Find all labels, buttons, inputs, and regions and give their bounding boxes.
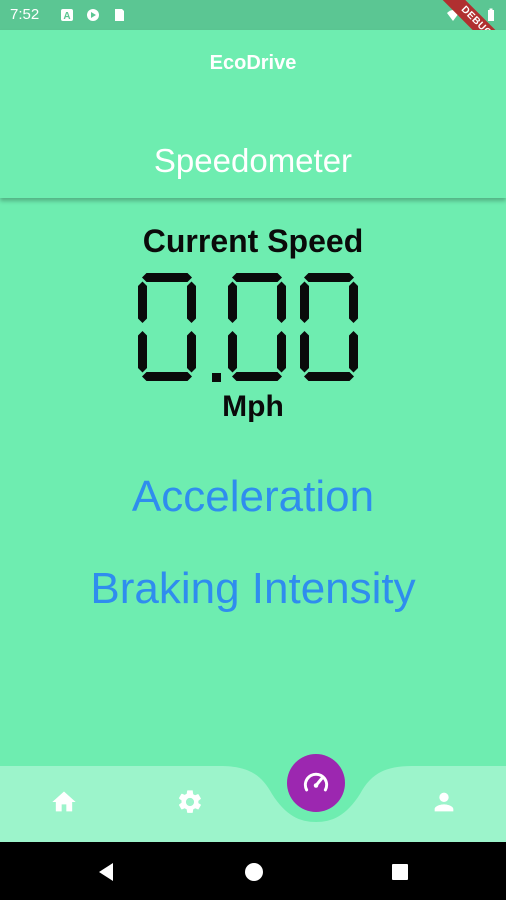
- speed-value: [0, 273, 506, 389]
- speedometer-icon: [303, 772, 329, 792]
- digit-segment: [300, 331, 309, 373]
- speedometer-content: Current Speed Mph Acceleration Braking I…: [0, 200, 506, 766]
- seven-segment-display: [138, 273, 358, 382]
- digit-segment: [187, 281, 196, 323]
- back-triangle-icon: [99, 863, 113, 881]
- digit-segment: [142, 273, 192, 282]
- digit-segment: [187, 331, 196, 373]
- digit-segment: [228, 281, 237, 323]
- back-button[interactable]: [94, 860, 118, 884]
- digit-segment: [349, 281, 358, 323]
- nav-settings[interactable]: [172, 784, 208, 820]
- svg-text:A: A: [63, 11, 70, 22]
- recents-square-icon: [392, 864, 408, 880]
- home-circle-icon: [245, 863, 263, 881]
- current-speed-label: Current Speed: [142, 223, 364, 259]
- digit-segment: [304, 372, 354, 381]
- status-bar: 7:52 A DEBUG: [0, 0, 506, 71]
- nav-profile[interactable]: [426, 784, 462, 820]
- digit-segment: [349, 331, 358, 373]
- gear-icon: [178, 790, 201, 813]
- digit-segment: [300, 281, 309, 323]
- digit-segment: [277, 331, 286, 373]
- system-navigation-bar: [0, 842, 506, 900]
- acceleration-link[interactable]: Acceleration: [0, 472, 506, 522]
- home-icon: [52, 791, 76, 812]
- app-header: EcoDrive Speedometer: [0, 30, 506, 198]
- person-icon: [434, 792, 454, 812]
- recents-button[interactable]: [388, 860, 412, 884]
- a-notification-icon: A: [61, 9, 73, 22]
- nav-home[interactable]: [46, 784, 82, 820]
- play-protect-icon: [87, 9, 99, 21]
- sd-card-icon: [115, 9, 124, 21]
- digit-segment: [304, 273, 354, 282]
- digit-segment: [228, 331, 237, 373]
- decimal-point: [212, 373, 221, 382]
- home-button[interactable]: [242, 860, 266, 884]
- digit-segment: [232, 273, 282, 282]
- page-title: Speedometer: [153, 142, 353, 179]
- nav-speedometer-fab[interactable]: [287, 754, 345, 812]
- digit-segment: [138, 281, 147, 323]
- braking-intensity-link[interactable]: Braking Intensity: [0, 564, 506, 614]
- status-time: 7:52: [10, 6, 40, 23]
- speed-unit: Mph: [222, 390, 284, 423]
- app-title: EcoDrive: [209, 52, 297, 74]
- digit-segment: [277, 281, 286, 323]
- bottom-navigation: [0, 766, 506, 842]
- digit-segment: [232, 372, 282, 381]
- digit-segment: [142, 372, 192, 381]
- digit-segment: [138, 331, 147, 373]
